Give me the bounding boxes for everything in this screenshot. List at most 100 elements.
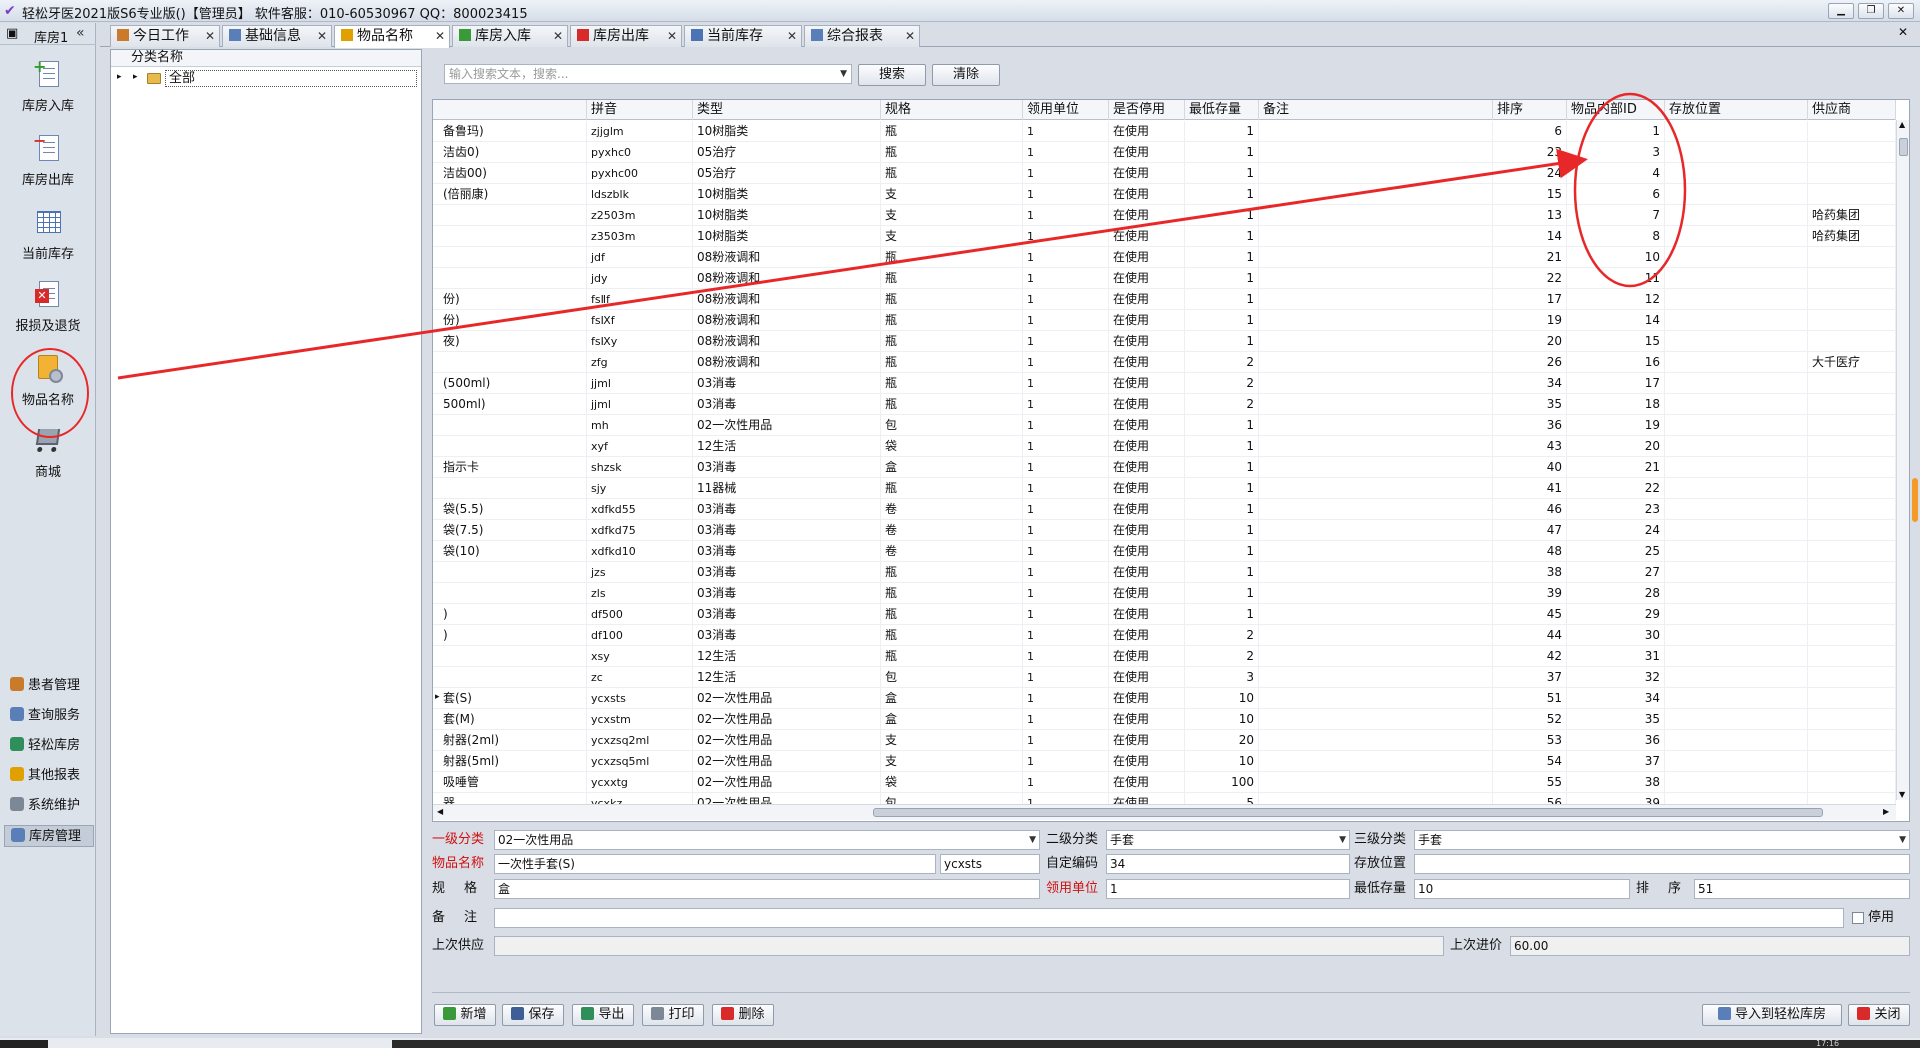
column-header[interactable]: 供应商: [1808, 100, 1896, 120]
tab-today-work[interactable]: 今日工作 ✕: [110, 25, 220, 47]
column-header[interactable]: [433, 100, 587, 120]
table-row[interactable]: zc 12生活包 1 在使用 3 37 32: [433, 667, 1896, 688]
column-header[interactable]: 领用单位: [1023, 100, 1109, 120]
table-row[interactable]: ▸ 套(S) ycxsts 02一次性用品盒 1 在使用 10 51 34: [433, 688, 1896, 709]
vertical-scrollbar[interactable]: ▲ ▼: [1896, 120, 1909, 800]
close-tab-icon[interactable]: ✕: [905, 26, 915, 46]
tab-reports[interactable]: 综合报表 ✕: [804, 25, 920, 47]
expand-arrow-icon[interactable]: ▸: [133, 72, 138, 82]
nav-stock-out[interactable]: − 库房出库: [6, 127, 90, 197]
table-row[interactable]: 袋(10) xdfkd10 03消毒卷 1 在使用 1 48 25: [433, 541, 1896, 562]
minimize-button[interactable]: ▁: [1828, 3, 1854, 19]
table-row[interactable]: 套(M) ycxstm 02一次性用品盒 1 在使用 10 52 35: [433, 709, 1896, 730]
table-row[interactable]: 吸唾管 ycxxtg 02一次性用品袋 1 在使用 100 55 38: [433, 772, 1896, 793]
nav-system-maintenance[interactable]: 系统维护: [4, 795, 94, 817]
nav-damage-return[interactable]: ✕ 报损及退货: [6, 273, 90, 343]
column-header[interactable]: 是否停用: [1109, 100, 1185, 120]
scroll-up-icon[interactable]: ▲: [1899, 120, 1905, 129]
table-row[interactable]: 射器(5ml) ycxzsq5ml 02一次性用品支 1 在使用 10 54 37: [433, 751, 1896, 772]
nav-other-reports[interactable]: 其他报表: [4, 765, 94, 787]
scroll-down-icon[interactable]: ▼: [1899, 790, 1905, 799]
table-row[interactable]: mh 02一次性用品包 1 在使用 1 36 19: [433, 415, 1896, 436]
scroll-left-icon[interactable]: ◀: [437, 807, 443, 816]
close-button[interactable]: 关闭: [1848, 1004, 1910, 1026]
column-header[interactable]: 规格: [881, 100, 1023, 120]
disabled-checkbox[interactable]: [1852, 912, 1864, 924]
collapse-icon[interactable]: «: [76, 25, 85, 41]
delete-button[interactable]: 删除: [712, 1004, 774, 1026]
add-button[interactable]: 新增: [434, 1004, 496, 1026]
min-stock-input[interactable]: 10: [1414, 879, 1630, 899]
tab-current-stock[interactable]: 当前库存 ✕: [684, 25, 802, 47]
nav-stock-in[interactable]: + 库房入库: [6, 53, 90, 123]
nav-easy-warehouse[interactable]: 轻松库房: [4, 735, 94, 757]
table-row[interactable]: (倍丽康) ldszblk 10树脂类支 1 在使用 1 15 6: [433, 184, 1896, 205]
table-row[interactable]: (500ml) jjml 03消毒瓶 1 在使用 2 34 17: [433, 373, 1896, 394]
item-name-input[interactable]: 一次性手套(S): [494, 854, 936, 874]
horizontal-scrollbar[interactable]: ◀ ▶: [433, 804, 1896, 820]
table-row[interactable]: 洁齿00) pyxhc00 05治疗瓶 1 在使用 1 24 4: [433, 163, 1896, 184]
close-all-tabs-icon[interactable]: ✕: [1898, 25, 1908, 39]
note-input[interactable]: [494, 908, 1844, 928]
close-tab-icon[interactable]: ✕: [553, 26, 563, 46]
nav-warehouse-management[interactable]: 库房管理: [4, 825, 94, 847]
table-row[interactable]: xsy 12生活瓶 1 在使用 2 42 31: [433, 646, 1896, 667]
table-row[interactable]: 份) fsⅨf 08粉液调和瓶 1 在使用 1 19 14: [433, 310, 1896, 331]
table-row[interactable]: 袋(7.5) xdfkd75 03消毒卷 1 在使用 1 47 24: [433, 520, 1896, 541]
search-input[interactable]: 输入搜索文本，搜索... ▼: [444, 64, 852, 84]
column-header[interactable]: 最低存量: [1185, 100, 1259, 120]
issue-unit-input[interactable]: 1: [1106, 879, 1350, 899]
level1-category-select[interactable]: 02一次性用品 ▼: [494, 830, 1040, 850]
tab-stock-in[interactable]: 库房入库 ✕: [452, 25, 568, 47]
column-header[interactable]: 排序: [1493, 100, 1567, 120]
table-row[interactable]: 备鲁玛) zjjglm 10树脂类瓶 1 在使用 1 6 1: [433, 121, 1896, 142]
table-row[interactable]: 射器(2ml) ycxzsq2ml 02一次性用品支 1 在使用 20 53 36: [433, 730, 1896, 751]
table-row[interactable]: jdf 08粉液调和瓶 1 在使用 1 21 10: [433, 247, 1896, 268]
dropdown-arrow-icon[interactable]: ▼: [1339, 831, 1346, 849]
restore-button[interactable]: ❐: [1858, 3, 1884, 19]
level2-category-select[interactable]: 手套 ▼: [1106, 830, 1350, 850]
dropdown-arrow-icon[interactable]: ▼: [840, 65, 847, 83]
dropdown-arrow-icon[interactable]: ▼: [1029, 831, 1036, 849]
tab-stock-out[interactable]: 库房出库 ✕: [570, 25, 682, 47]
column-header[interactable]: 物品内部ID: [1567, 100, 1665, 120]
nav-mall[interactable]: 商城: [6, 419, 90, 489]
table-row[interactable]: 洁齿0) pyxhc0 05治疗瓶 1 在使用 1 23 3: [433, 142, 1896, 163]
table-row[interactable]: ) df100 03消毒瓶 1 在使用 2 44 30: [433, 625, 1896, 646]
sort-input[interactable]: 51: [1694, 879, 1910, 899]
nav-patient-management[interactable]: 患者管理: [4, 675, 94, 697]
dropdown-arrow-icon[interactable]: ▼: [1899, 831, 1906, 849]
close-tab-icon[interactable]: ✕: [205, 26, 215, 46]
nav-query-service[interactable]: 查询服务: [4, 705, 94, 727]
column-header[interactable]: 拼音: [587, 100, 693, 120]
tab-item-names[interactable]: 物品名称 ✕: [334, 25, 450, 48]
table-row[interactable]: jzs 03消毒瓶 1 在使用 1 38 27: [433, 562, 1896, 583]
close-window-button[interactable]: ✕: [1888, 3, 1914, 19]
close-tab-icon[interactable]: ✕: [787, 26, 797, 46]
table-row[interactable]: 袋(5.5) xdfkd55 03消毒卷 1 在使用 1 46 23: [433, 499, 1896, 520]
side-handle[interactable]: [1912, 478, 1918, 522]
storage-location-input[interactable]: [1414, 854, 1910, 874]
table-row[interactable]: 夜) fsⅨy 08粉液调和瓶 1 在使用 1 20 15: [433, 331, 1896, 352]
pinyin-input[interactable]: ycxsts: [940, 854, 1040, 874]
table-row[interactable]: zls 03消毒瓶 1 在使用 1 39 28: [433, 583, 1896, 604]
table-row[interactable]: z2503m 10树脂类支 1 在使用 1 13 7 哈药集团: [433, 205, 1896, 226]
search-button[interactable]: 搜索: [858, 64, 926, 86]
level3-category-select[interactable]: 手套 ▼: [1414, 830, 1910, 850]
column-header[interactable]: 备注: [1259, 100, 1493, 120]
nav-current-stock[interactable]: 当前库存: [6, 201, 90, 271]
clear-button[interactable]: 清除: [932, 64, 1000, 86]
tab-basic-info[interactable]: 基础信息 ✕: [222, 25, 332, 47]
table-row[interactable]: 份) fsⅡf 08粉液调和瓶 1 在使用 1 17 12: [433, 289, 1896, 310]
import-button[interactable]: 导入到轻松库房: [1702, 1004, 1842, 1026]
table-row[interactable]: zfg 08粉液调和瓶 1 在使用 2 26 16 大千医疗: [433, 352, 1896, 373]
print-button[interactable]: 打印: [642, 1004, 704, 1026]
table-row[interactable]: xyf 12生活袋 1 在使用 1 43 20: [433, 436, 1896, 457]
table-row[interactable]: 器 ycxkz 02一次性用品包 1 在使用 5 56 39: [433, 793, 1896, 804]
vertical-scroll-thumb[interactable]: [1899, 138, 1908, 156]
close-tab-icon[interactable]: ✕: [317, 26, 327, 46]
tree-node-all[interactable]: ▸ ▸ 全部: [111, 70, 421, 88]
close-tab-icon[interactable]: ✕: [667, 26, 677, 46]
scroll-right-icon[interactable]: ▶: [1883, 807, 1889, 816]
nav-item-names[interactable]: 物品名称: [6, 347, 90, 417]
